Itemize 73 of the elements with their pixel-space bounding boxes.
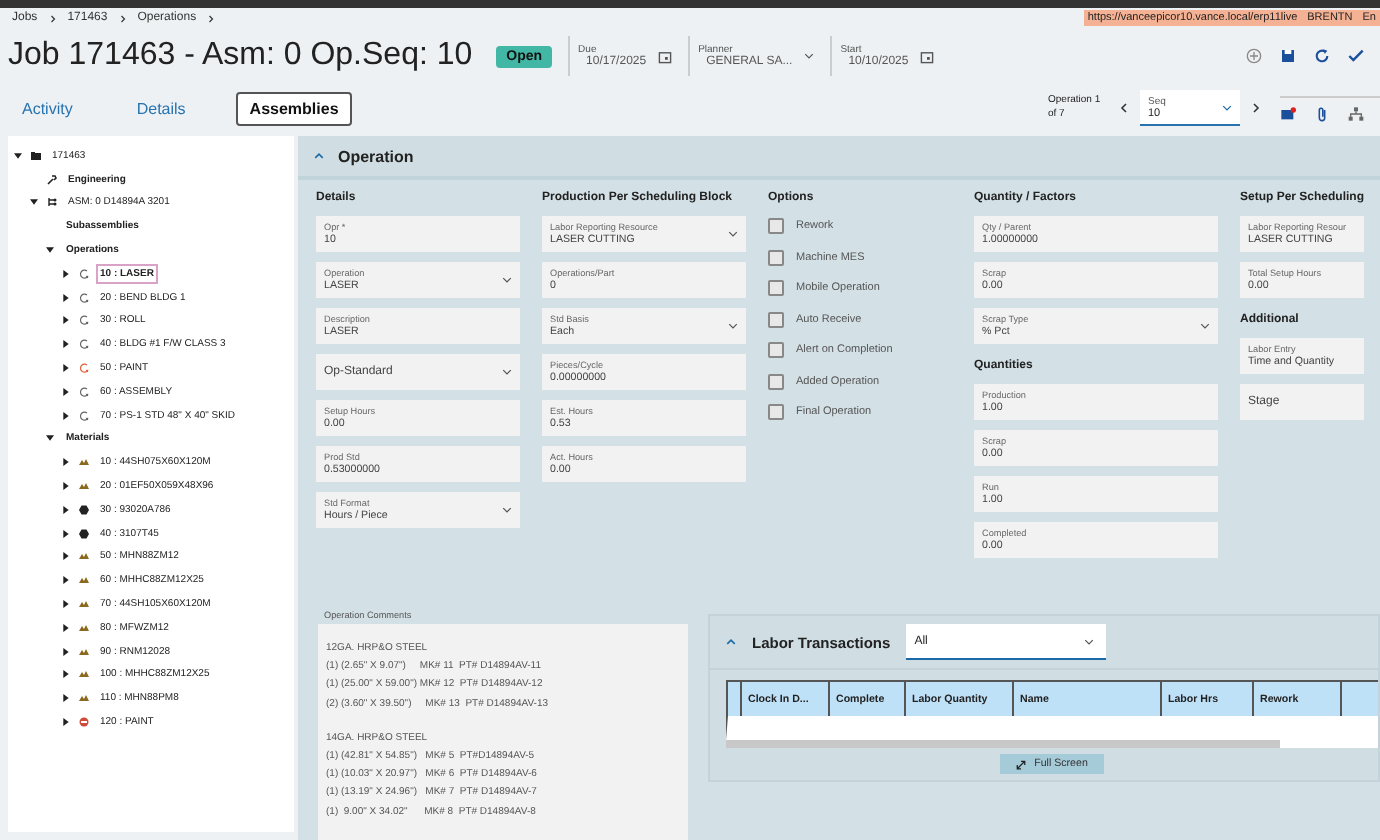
expand-toggle-icon[interactable]: [62, 552, 70, 561]
chevron-right-icon: [208, 13, 215, 23]
paint-icon: [78, 716, 90, 729]
chevron-down-icon[interactable]: [1222, 103, 1232, 111]
checkbox[interactable]: [768, 373, 784, 390]
expand-toggle-icon[interactable]: [30, 198, 38, 207]
calendar-icon[interactable]: [658, 49, 673, 63]
card-icon[interactable]: [1280, 105, 1296, 121]
hierarchy-icon[interactable]: [1348, 105, 1364, 121]
chevron-right-icon: [119, 13, 126, 23]
expand-toggle-icon[interactable]: [62, 340, 70, 349]
next-icon[interactable]: [1252, 102, 1260, 114]
checkbox[interactable]: [768, 342, 784, 359]
tab[interactable]: Activity: [8, 91, 87, 125]
expand-toggle-icon[interactable]: [62, 387, 70, 396]
expand-toggle-icon[interactable]: [62, 694, 70, 703]
expand-toggle-icon[interactable]: [62, 718, 70, 727]
expand-toggle-icon[interactable]: [14, 151, 22, 160]
expand-toggle-icon[interactable]: [62, 505, 70, 514]
checkbox[interactable]: [768, 404, 784, 421]
operation-icon: [78, 409, 90, 422]
collapse-icon[interactable]: [726, 638, 736, 646]
chevron-down-icon[interactable]: [728, 230, 738, 238]
refresh-icon[interactable]: [1314, 48, 1330, 64]
checkbox[interactable]: [768, 249, 784, 266]
expand-toggle-icon[interactable]: [46, 246, 54, 255]
calendar-icon[interactable]: [920, 49, 935, 63]
chevron-down-icon[interactable]: [502, 506, 512, 514]
expand-toggle-icon[interactable]: [62, 316, 70, 325]
operation-icon: [78, 267, 90, 280]
expand-icon: [1016, 759, 1027, 769]
assembly-icon: [46, 196, 58, 209]
operation-icon: [78, 338, 90, 351]
expand-toggle-icon[interactable]: [62, 364, 70, 373]
expand-toggle-icon[interactable]: [62, 600, 70, 609]
checkbox[interactable]: [768, 218, 784, 235]
save-icon[interactable]: [1280, 48, 1296, 64]
chevron-down-icon[interactable]: [502, 276, 512, 284]
expand-toggle-icon[interactable]: [62, 647, 70, 656]
expand-toggle-icon[interactable]: [62, 623, 70, 632]
job-title: Job 171463 - Asm: 0 Op.Seq: 10: [8, 38, 473, 74]
operation-icon: [78, 385, 90, 398]
scrollbar-thumb[interactable]: [726, 740, 1281, 748]
expand-toggle-icon[interactable]: [62, 269, 70, 278]
paperclip-icon[interactable]: [1314, 105, 1330, 121]
expand-toggle-icon[interactable]: [62, 576, 70, 585]
checkbox[interactable]: [768, 311, 784, 328]
operation-icon: [78, 314, 90, 327]
expand-toggle-icon[interactable]: [46, 434, 54, 443]
chevron-down-icon[interactable]: [502, 368, 512, 376]
chevron-down-icon[interactable]: [728, 322, 738, 330]
expand-toggle-icon[interactable]: [62, 293, 70, 302]
expand-toggle-icon[interactable]: [62, 458, 70, 467]
expand-toggle-icon[interactable]: [62, 670, 70, 679]
checkbox[interactable]: [768, 280, 784, 297]
checkmark-icon[interactable]: [1348, 48, 1364, 64]
collapse-icon[interactable]: [314, 152, 324, 160]
chevron-down-icon[interactable]: [1200, 322, 1210, 330]
tab[interactable]: Details: [122, 91, 200, 125]
tab[interactable]: Assemblies: [235, 91, 353, 125]
operation-icon: [78, 291, 90, 304]
previous-icon[interactable]: [1120, 102, 1128, 114]
add-icon[interactable]: [1246, 48, 1262, 64]
expand-toggle-icon[interactable]: [62, 529, 70, 538]
chevron-right-icon: [49, 13, 56, 23]
section-title: Operation: [338, 147, 414, 165]
chevron-down-icon[interactable]: [1084, 637, 1095, 645]
chevron-down-icon[interactable]: [804, 52, 815, 60]
wrench-icon: [46, 173, 58, 186]
operation-icon: [78, 362, 90, 375]
folder-icon: [30, 149, 42, 162]
expand-toggle-icon[interactable]: [62, 411, 70, 420]
expand-toggle-icon[interactable]: [62, 482, 70, 491]
